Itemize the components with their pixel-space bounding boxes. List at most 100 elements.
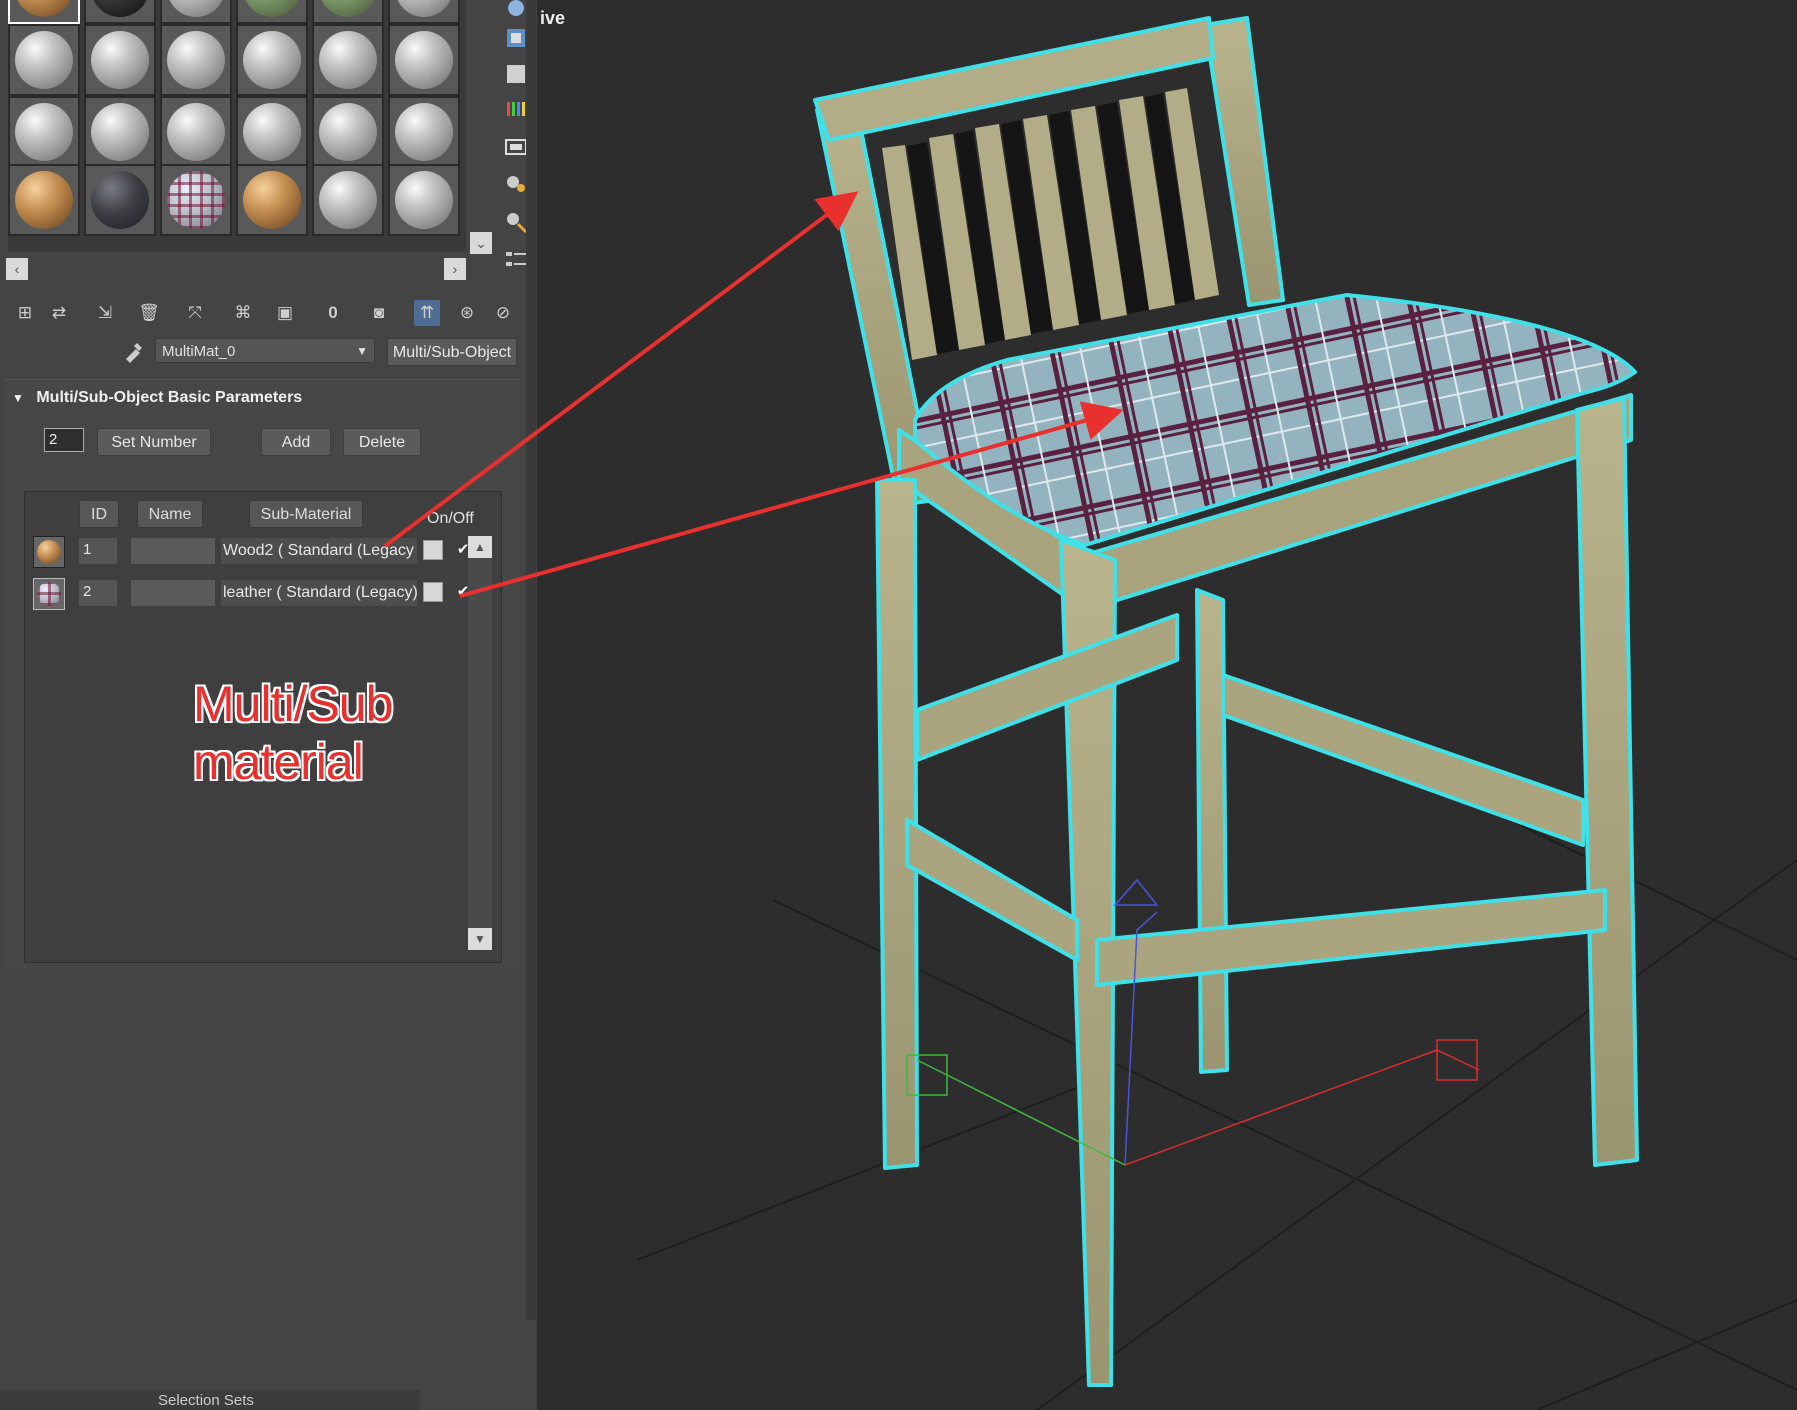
chevron-up-icon[interactable]: ▲ [468, 536, 492, 558]
sub-material-row: 2 leather ( Standard (Legacy) ✔ [31, 576, 491, 612]
plaid-sphere-preview [167, 171, 225, 229]
material-slot[interactable] [236, 0, 308, 24]
number-of-materials-field[interactable]: 2 [44, 428, 84, 452]
material-slot[interactable] [236, 24, 308, 96]
material-slot[interactable] [388, 164, 460, 236]
material-slot[interactable] [160, 164, 232, 236]
material-slot[interactable] [8, 24, 80, 96]
put-to-library-icon[interactable]: ⌘ [230, 300, 256, 326]
material-slot[interactable] [160, 0, 232, 24]
gray-sphere-preview [167, 0, 225, 17]
selection-sets-bar: Selection Sets [0, 1390, 420, 1410]
sub-material-button[interactable]: Wood2 ( Standard (Legacy [221, 538, 417, 564]
green-sphere-preview [243, 0, 301, 17]
wood-sphere-preview [243, 171, 301, 229]
gray-sphere-preview [91, 31, 149, 89]
material-slot[interactable] [312, 96, 384, 168]
slots-scroll-down-button[interactable]: ⌄ [470, 232, 492, 254]
material-slot[interactable] [160, 96, 232, 168]
sub-material-color-swatch[interactable] [423, 540, 443, 560]
viewport-label[interactable]: ive [540, 8, 565, 29]
slots-scroll-right-button[interactable]: › [444, 258, 466, 280]
save-icon[interactable]: ▣ [272, 300, 298, 326]
material-slot[interactable] [312, 164, 384, 236]
make-unique-icon[interactable]: ⤧ [182, 300, 208, 326]
material-type-button[interactable]: Multi/Sub-Object [387, 338, 517, 366]
material-slot[interactable] [84, 96, 156, 168]
gray-sphere-preview [319, 171, 377, 229]
sub-material-id-field[interactable]: 2 [79, 580, 117, 606]
make-preview-icon[interactable] [504, 172, 528, 196]
on-off-column-header: On/Off [427, 510, 474, 527]
black-sphere-preview [91, 0, 149, 17]
add-button[interactable]: Add [261, 428, 331, 456]
material-id-channel-icon[interactable]: 0 [320, 300, 346, 326]
material-editor-panel: ‹ › ⌄ ⊞ ⇄ ⇲ 🗑 ⤧ ⌘ ▣ 0 ◙ ⇈ ⊛ ⊘ MultiMat_0… [0, 0, 537, 1410]
sub-material-button[interactable]: leather ( Standard (Legacy) [221, 580, 417, 606]
material-slot[interactable] [160, 24, 232, 96]
material-slot[interactable] [388, 0, 460, 24]
material-slot[interactable] [8, 164, 80, 236]
sub-material-row: 1 Wood2 ( Standard (Legacy ✔ [31, 534, 491, 570]
collapse-triangle-icon: ▼ [12, 391, 24, 405]
sub-material-id-field[interactable]: 1 [79, 538, 117, 564]
material-slot[interactable] [84, 0, 156, 24]
gray-sphere-preview [167, 103, 225, 161]
gray-sphere-preview [15, 31, 73, 89]
go-to-parent-icon[interactable]: ⇈ [414, 300, 440, 326]
gray-sphere-preview [395, 31, 453, 89]
gray-sphere-preview [167, 31, 225, 89]
delete-icon[interactable]: 🗑 [136, 300, 162, 326]
options-icon[interactable] [504, 210, 528, 234]
select-by-material-icon[interactable] [504, 248, 528, 272]
sub-material-name-field[interactable] [131, 580, 215, 606]
gray-sphere-preview [15, 103, 73, 161]
sub-material-column-header[interactable]: Sub-Material [249, 500, 363, 528]
material-toolbar: ⊞ ⇄ ⇲ 🗑 ⤧ ⌘ ▣ 0 ◙ ⇈ ⊛ ⊘ [8, 296, 510, 330]
sample-type-icon[interactable] [504, 0, 528, 24]
put-to-scene-icon[interactable]: ⇄ [46, 300, 72, 326]
go-forward-sibling-icon[interactable]: ⊛ [454, 300, 480, 326]
slots-scroll-left-button[interactable]: ‹ [6, 258, 28, 280]
material-name-dropdown[interactable]: MultiMat_0 ▼ [155, 338, 375, 363]
gray-sphere-preview [319, 31, 377, 89]
material-slot[interactable] [312, 24, 384, 96]
material-slot[interactable] [312, 0, 384, 24]
video-color-check-icon[interactable] [504, 136, 528, 160]
background-icon[interactable] [504, 62, 528, 86]
sub-material-color-swatch[interactable] [423, 582, 443, 602]
delete-button[interactable]: Delete [343, 428, 421, 456]
backlight-icon[interactable] [504, 26, 528, 50]
material-slot[interactable] [84, 164, 156, 236]
material-slot[interactable] [236, 96, 308, 168]
id-column-header[interactable]: ID [79, 500, 119, 528]
uv-tiling-icon[interactable] [504, 98, 528, 122]
gray-sphere-preview [243, 31, 301, 89]
basic-parameters-rollout: ▼ Multi/Sub-Object Basic Parameters 2 Se… [4, 379, 520, 968]
material-slot[interactable] [8, 0, 80, 24]
name-column-header[interactable]: Name [137, 500, 203, 528]
material-slot[interactable] [388, 96, 460, 168]
chevron-down-icon[interactable]: ▼ [468, 928, 492, 950]
assign-to-selection-icon[interactable]: ⇲ [92, 300, 118, 326]
sub-material-thumbnail[interactable] [33, 578, 65, 610]
sub-material-name-field[interactable] [131, 538, 215, 564]
sample-slots-grid [8, 0, 466, 252]
show-shaded-icon[interactable]: ◙ [366, 300, 392, 326]
material-slot[interactable] [8, 96, 80, 168]
rollout-header[interactable]: ▼ Multi/Sub-Object Basic Parameters [12, 384, 302, 412]
eyedropper-icon[interactable] [122, 339, 146, 363]
selection-sets-label[interactable]: Selection Sets [158, 1392, 254, 1409]
gray-sphere-preview [395, 171, 453, 229]
material-slot[interactable] [236, 164, 308, 236]
3d-viewport[interactable] [537, 0, 1797, 1410]
gray-sphere-preview [395, 0, 453, 17]
sub-material-thumbnail[interactable] [33, 536, 65, 568]
get-material-icon[interactable]: ⊞ [12, 300, 38, 326]
panel-divider[interactable] [526, 0, 536, 1320]
chevron-down-icon: ▼ [356, 344, 368, 358]
set-number-button[interactable]: Set Number [97, 428, 211, 456]
material-slot[interactable] [388, 24, 460, 96]
material-slot[interactable] [84, 24, 156, 96]
pick-material-icon[interactable]: ⊘ [490, 300, 516, 326]
